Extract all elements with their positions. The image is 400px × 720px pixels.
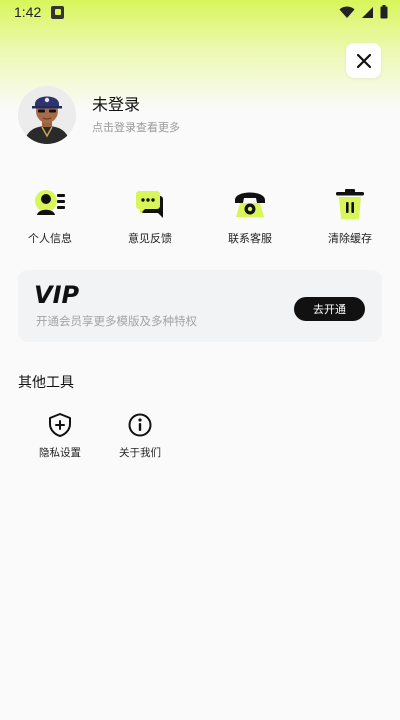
profile-section[interactable]: 未登录 点击登录查看更多 [18, 86, 318, 144]
quick-action-clear-cache[interactable]: 清除缓存 [300, 186, 400, 246]
vip-activate-button[interactable]: 去开通 [294, 297, 365, 321]
tool-label: 隐私设置 [39, 447, 81, 459]
wifi-icon [339, 6, 355, 18]
tool-label: 关于我们 [119, 447, 161, 459]
phone-icon [235, 192, 265, 217]
vip-logo: VIP [34, 282, 80, 306]
tools-grid: 隐私设置 关于我们 [20, 412, 180, 460]
vip-description: 开通会员享更多模版及多种特权 [36, 314, 197, 328]
quick-action-label: 个人信息 [28, 232, 72, 245]
tool-privacy-settings[interactable]: 隐私设置 [20, 412, 100, 460]
status-bar: 1:42 [0, 0, 400, 24]
notification-icon [51, 5, 65, 19]
battery-icon [380, 5, 388, 19]
quick-action-label: 联系客服 [228, 232, 272, 245]
person-info-icon [35, 190, 65, 215]
profile-subtitle: 点击登录查看更多 [92, 121, 180, 134]
quick-action-contact-support[interactable]: 联系客服 [200, 186, 300, 246]
close-button[interactable] [346, 43, 381, 78]
svg-text:VIP: VIP [34, 282, 80, 306]
quick-actions: 个人信息 意见反馈 联系客服 清除缓存 [0, 186, 400, 246]
feedback-icon [136, 191, 163, 218]
quick-action-personal-info[interactable]: 个人信息 [0, 186, 100, 246]
avatar[interactable] [18, 86, 76, 144]
vip-card[interactable]: VIP 开通会员享更多模版及多种特权 去开通 [18, 270, 382, 342]
quick-action-feedback[interactable]: 意见反馈 [100, 186, 200, 246]
quick-action-label: 意见反馈 [128, 232, 172, 245]
close-icon [356, 53, 371, 68]
shield-icon [49, 413, 71, 437]
tool-about-us[interactable]: 关于我们 [100, 412, 180, 460]
trash-icon [336, 189, 364, 219]
avatar-image [18, 86, 76, 144]
signal-icon [362, 6, 373, 18]
tools-section-title: 其他工具 [18, 375, 74, 391]
info-icon [128, 413, 152, 437]
quick-action-label: 清除缓存 [328, 232, 372, 245]
status-time: 1:42 [14, 4, 42, 20]
profile-name: 未登录 [92, 95, 141, 114]
